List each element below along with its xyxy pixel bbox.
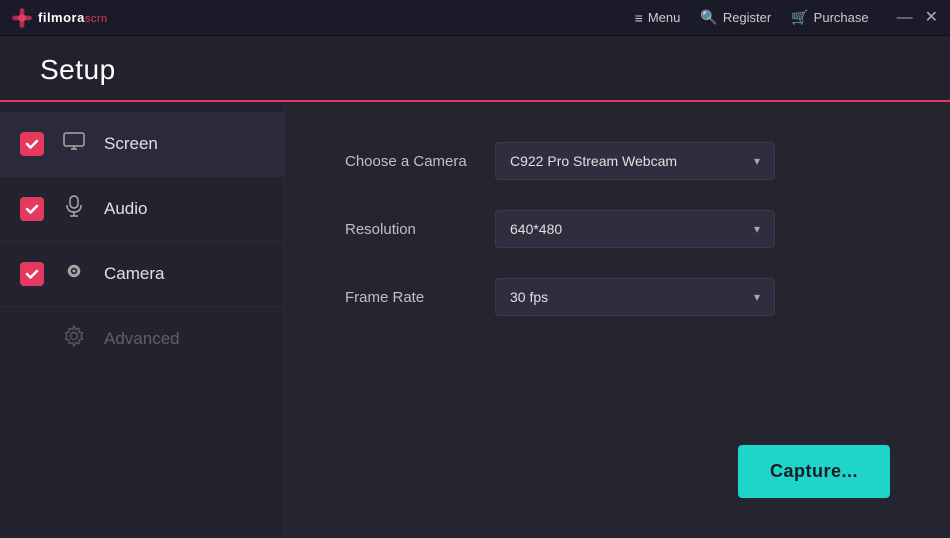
register-button[interactable]: 🔍 Register (700, 9, 771, 26)
titlebar: filmorascrn ≡ Menu 🔍 Register 🛒 Purchase… (0, 0, 950, 36)
close-button[interactable]: ✕ (925, 10, 938, 26)
logo-text: filmorascrn (38, 10, 108, 25)
sidebar-item-camera[interactable]: Camera (0, 242, 284, 307)
sidebar-item-audio[interactable]: Audio (0, 177, 284, 242)
sidebar-item-screen[interactable]: Screen (0, 112, 284, 177)
window-controls: — ✕ (897, 10, 938, 26)
header: Setup (0, 36, 950, 102)
framerate-select[interactable]: 30 fps ▾ (495, 278, 775, 316)
chevron-down-icon: ▾ (754, 154, 760, 168)
capture-button[interactable]: Capture... (738, 445, 890, 498)
main-content: Screen Audio (0, 102, 950, 538)
chevron-down-icon-3: ▾ (754, 290, 760, 304)
purchase-button[interactable]: 🛒 Purchase (791, 9, 868, 26)
page-title: Setup (40, 54, 910, 100)
audio-icon (60, 195, 88, 223)
screen-icon (60, 130, 88, 158)
camera-field-label: Choose a Camera (345, 153, 475, 170)
titlebar-left: filmorascrn (12, 8, 108, 28)
advanced-label: Advanced (104, 329, 180, 349)
menu-icon: ≡ (635, 10, 643, 26)
audio-label: Audio (104, 199, 147, 219)
camera-checkbox[interactable] (20, 262, 44, 286)
framerate-select-value: 30 fps (510, 289, 548, 305)
gear-icon (60, 325, 88, 353)
menu-button[interactable]: ≡ Menu (635, 10, 681, 26)
framerate-field-label: Frame Rate (345, 289, 475, 306)
camera-select[interactable]: C922 Pro Stream Webcam ▾ (495, 142, 775, 180)
camera-select-value: C922 Pro Stream Webcam (510, 153, 677, 169)
titlebar-right: ≡ Menu 🔍 Register 🛒 Purchase — ✕ (635, 9, 938, 26)
chevron-down-icon-2: ▾ (754, 222, 760, 236)
sidebar-item-advanced[interactable]: Advanced (0, 307, 284, 372)
register-icon: 🔍 (700, 9, 717, 26)
resolution-select-value: 640*480 (510, 221, 562, 237)
audio-checkbox[interactable] (20, 197, 44, 221)
sidebar: Screen Audio (0, 102, 285, 538)
cart-icon: 🛒 (791, 9, 808, 26)
resolution-select[interactable]: 640*480 ▾ (495, 210, 775, 248)
framerate-row: Frame Rate 30 fps ▾ (345, 278, 890, 316)
content-area: Choose a Camera C922 Pro Stream Webcam ▾… (285, 102, 950, 538)
screen-label: Screen (104, 134, 158, 154)
camera-row: Choose a Camera C922 Pro Stream Webcam ▾ (345, 142, 890, 180)
camera-icon (60, 260, 88, 288)
minimize-button[interactable]: — (897, 10, 913, 26)
resolution-field-label: Resolution (345, 221, 475, 238)
logo-icon (12, 8, 32, 28)
screen-checkbox[interactable] (20, 132, 44, 156)
resolution-row: Resolution 640*480 ▾ (345, 210, 890, 248)
camera-label: Camera (104, 264, 164, 284)
